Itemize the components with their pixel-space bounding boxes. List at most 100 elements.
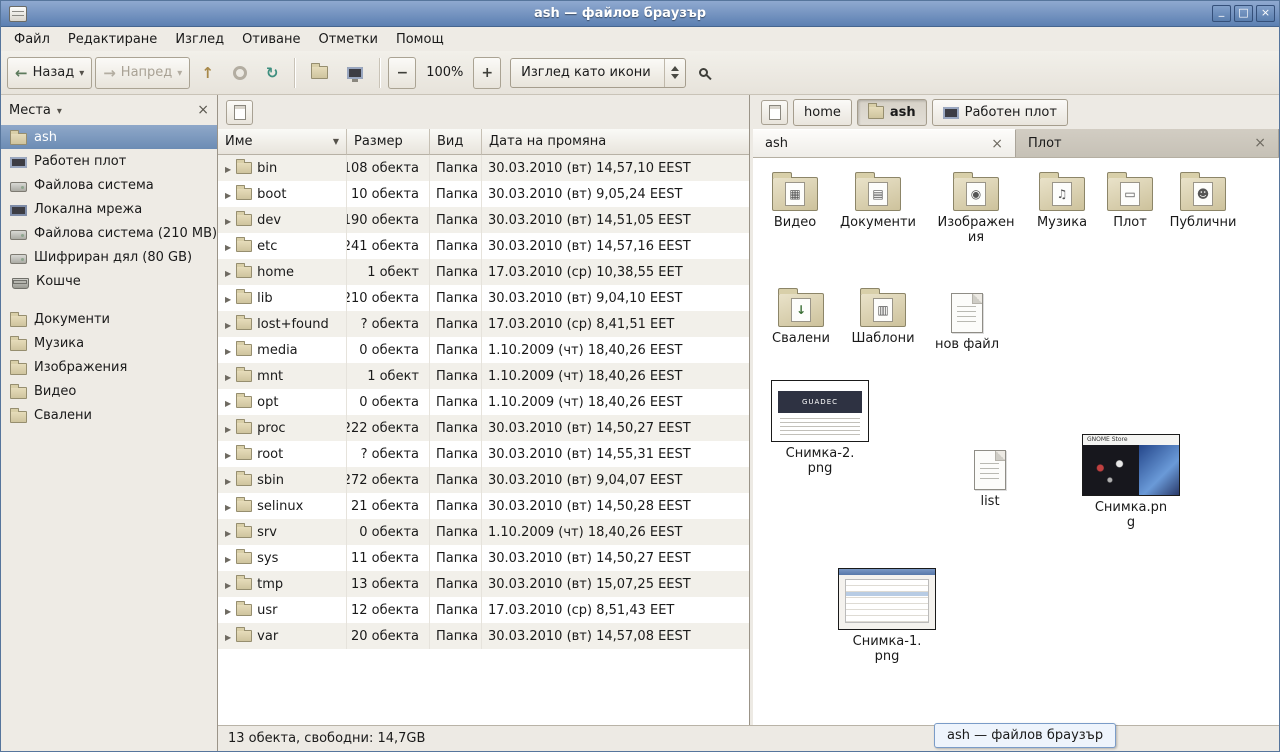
icon-view-item[interactable]: Плот — [1088, 175, 1172, 231]
up-button[interactable] — [193, 57, 222, 89]
view-mode-combobox[interactable]: Изглед като икони — [510, 58, 686, 88]
stop-button[interactable] — [225, 57, 255, 89]
tab-close-icon[interactable] — [991, 136, 1003, 152]
tab-close-icon[interactable] — [1254, 135, 1266, 151]
sidebar-item[interactable]: Музика — [1, 331, 217, 355]
expander-icon[interactable] — [225, 577, 231, 592]
expander-icon[interactable] — [225, 265, 231, 280]
menu-item[interactable]: Отметки — [309, 30, 386, 49]
zoom-out-button[interactable]: − — [388, 57, 416, 89]
table-row[interactable]: lost+found ? обекта Папка 17.03.2010 (ср… — [218, 311, 749, 337]
expander-icon[interactable] — [225, 291, 231, 306]
table-row[interactable]: opt 0 обекта Папка 1.10.2009 (чт) 18,40,… — [218, 389, 749, 415]
pathbar-button[interactable]: Работен плот — [932, 99, 1068, 126]
table-row[interactable]: selinux 21 обекта Папка 30.03.2010 (вт) … — [218, 493, 749, 519]
table-row[interactable]: srv 0 обекта Папка 1.10.2009 (чт) 18,40,… — [218, 519, 749, 545]
table-row[interactable]: lib 210 обекта Папка 30.03.2010 (вт) 9,0… — [218, 285, 749, 311]
titlebar[interactable]: ash — файлов браузър — [1, 1, 1279, 27]
location-toggle-button[interactable] — [761, 100, 788, 125]
sidebar-item[interactable]: Кошче — [1, 269, 217, 293]
column-header-name[interactable]: Име — [218, 129, 347, 155]
pathbar-button[interactable]: home — [793, 99, 852, 126]
expander-icon[interactable] — [225, 447, 231, 462]
forward-button[interactable]: Напред — [95, 57, 190, 89]
icon-view-item[interactable]: Шаблони — [841, 291, 925, 347]
table-row[interactable]: proc 222 обекта Папка 30.03.2010 (вт) 14… — [218, 415, 749, 441]
menu-item[interactable]: Отиване — [233, 30, 309, 49]
expander-icon[interactable] — [225, 369, 231, 384]
icon-view-item[interactable]: Документи — [836, 175, 920, 231]
sidebar-item[interactable]: ash — [1, 125, 217, 149]
expander-icon[interactable] — [225, 603, 231, 618]
column-header-size[interactable]: Размер — [347, 129, 430, 155]
table-row[interactable]: home 1 обект Папка 17.03.2010 (ср) 10,38… — [218, 259, 749, 285]
location-toggle-button[interactable] — [226, 100, 253, 125]
expander-icon[interactable] — [225, 473, 231, 488]
back-button[interactable]: Назад — [7, 57, 92, 89]
icon-view-item[interactable]: list — [948, 448, 1032, 510]
pane-tab[interactable]: ash — [753, 129, 1016, 157]
sidebar-item[interactable]: Файлова система — [1, 173, 217, 197]
sidebar-item[interactable]: Шифриран дял (80 GB) — [1, 245, 217, 269]
icon-view-item[interactable]: Свалени — [759, 291, 843, 347]
expander-icon[interactable] — [225, 213, 231, 228]
sidebar-item[interactable]: Локална мрежа — [1, 197, 217, 221]
zoom-in-button[interactable]: + — [473, 57, 501, 89]
table-row[interactable]: tmp 13 обекта Папка 30.03.2010 (вт) 15,0… — [218, 571, 749, 597]
icon-view-item[interactable]: Снимка-1.png — [832, 568, 942, 665]
table-row[interactable]: var 20 обекта Папка 30.03.2010 (вт) 14,5… — [218, 623, 749, 649]
menu-item[interactable]: Изглед — [166, 30, 233, 49]
maximize-button[interactable] — [1234, 5, 1253, 22]
icon-view-item[interactable]: Снимка-2.png — [765, 380, 875, 477]
minimize-button[interactable] — [1212, 5, 1231, 22]
sidebar-item[interactable]: Изображения — [1, 355, 217, 379]
sidebar-item[interactable]: Файлова система (210 MB) — [1, 221, 217, 245]
table-row[interactable]: sbin 272 обекта Папка 30.03.2010 (вт) 9,… — [218, 467, 749, 493]
menu-item[interactable]: Файл — [5, 30, 59, 49]
close-button[interactable] — [1256, 5, 1275, 22]
menu-item[interactable]: Помощ — [387, 30, 453, 49]
icon-view-item[interactable]: нов файл — [925, 291, 1009, 353]
table-row[interactable]: usr 12 обекта Папка 17.03.2010 (ср) 8,51… — [218, 597, 749, 623]
menu-item[interactable]: Редактиране — [59, 30, 166, 49]
table-row[interactable]: bin 108 обекта Папка 30.03.2010 (вт) 14,… — [218, 155, 749, 181]
expander-icon[interactable] — [225, 525, 231, 540]
back-history-caret-icon[interactable] — [79, 65, 84, 80]
table-row[interactable]: mnt 1 обект Папка 1.10.2009 (чт) 18,40,2… — [218, 363, 749, 389]
icon-view-item[interactable]: Публични — [1161, 175, 1245, 231]
sidebar-item[interactable]: Работен плот — [1, 149, 217, 173]
icon-view-item[interactable]: Видео — [753, 175, 837, 231]
computer-button[interactable] — [339, 57, 371, 89]
table-row[interactable]: root ? обекта Папка 30.03.2010 (вт) 14,5… — [218, 441, 749, 467]
table-row[interactable]: media 0 обекта Папка 1.10.2009 (чт) 18,4… — [218, 337, 749, 363]
sidebar-item[interactable]: Свалени — [1, 403, 217, 427]
expander-icon[interactable] — [225, 421, 231, 436]
sidebar-item[interactable]: Видео — [1, 379, 217, 403]
search-button[interactable] — [689, 57, 719, 89]
expander-icon[interactable] — [225, 343, 231, 358]
expander-icon[interactable] — [225, 161, 231, 176]
expander-icon[interactable] — [225, 395, 231, 410]
reload-button[interactable] — [258, 57, 287, 89]
table-row[interactable]: boot 10 обекта Папка 30.03.2010 (вт) 9,0… — [218, 181, 749, 207]
table-row[interactable]: sys 11 обекта Папка 30.03.2010 (вт) 14,5… — [218, 545, 749, 571]
expander-icon[interactable] — [225, 317, 231, 332]
column-header-type[interactable]: Вид — [430, 129, 482, 155]
expander-icon[interactable] — [225, 187, 231, 202]
pane-tab[interactable]: Плот — [1016, 129, 1279, 157]
expander-icon[interactable] — [225, 499, 231, 514]
icon-view[interactable]: Видео Документи Изображения — [753, 158, 1279, 725]
icon-view-item[interactable]: Снимка.png — [1076, 434, 1186, 531]
table-row[interactable]: dev 190 обекта Папка 30.03.2010 (вт) 14,… — [218, 207, 749, 233]
icon-view-item[interactable]: Изображения — [934, 175, 1018, 246]
home-button[interactable] — [303, 57, 336, 89]
expander-icon[interactable] — [225, 551, 231, 566]
pathbar-button[interactable]: ash — [857, 99, 927, 126]
sidebar-close-icon[interactable] — [197, 103, 209, 117]
expander-icon[interactable] — [225, 239, 231, 254]
column-header-date[interactable]: Дата на промяна — [482, 129, 749, 155]
table-row[interactable]: etc 241 обекта Папка 30.03.2010 (вт) 14,… — [218, 233, 749, 259]
sidebar-item[interactable]: Документи — [1, 307, 217, 331]
expander-icon[interactable] — [225, 629, 231, 644]
sidebar-mode-caret-icon[interactable] — [51, 103, 62, 118]
